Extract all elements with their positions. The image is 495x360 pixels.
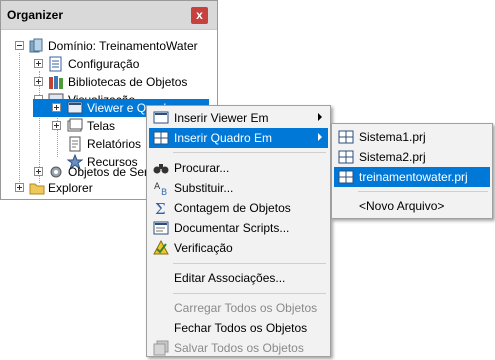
submenu-arrow-icon xyxy=(318,133,322,141)
menu-item-label: Editar Associações... xyxy=(174,271,286,285)
submenu-item-treinamentowater[interactable]: treinamentowater.prj xyxy=(334,167,490,187)
context-menu: Inserir Viewer Em Inserir Quadro Em Proc… xyxy=(146,105,331,357)
menu-separator xyxy=(173,263,326,264)
menu-separator xyxy=(173,152,326,153)
tree-item-label: Configuração xyxy=(68,57,140,71)
submenu-item-label: Sistema1.prj xyxy=(359,130,426,144)
menu-item-label: Fechar Todos os Objetos xyxy=(174,321,308,335)
reports-icon xyxy=(67,136,83,152)
document-scripts-icon xyxy=(153,220,169,236)
expand-toggle[interactable] xyxy=(34,59,43,68)
save-all-icon xyxy=(153,340,169,356)
menu-item-label: Documentar Scripts... xyxy=(174,221,290,235)
tree-item-label: Explorer xyxy=(48,181,93,195)
menu-item-label: Carregar Todos os Objetos xyxy=(174,301,318,315)
submenu-item-label: Sistema2.prj xyxy=(359,150,426,164)
tree-item-dominio[interactable]: Domínio: TreinamentoWater xyxy=(1,37,217,55)
tree-item-label: Domínio: TreinamentoWater xyxy=(48,39,198,53)
menu-item-label: Inserir Viewer Em xyxy=(174,111,269,125)
menu-item-carregar-todos: Carregar Todos os Objetos xyxy=(149,298,328,318)
menu-item-contagem-de-objetos[interactable]: Σ Contagem de Objetos xyxy=(149,198,328,218)
menu-item-label: Verificação xyxy=(174,241,233,255)
tree-item-label: Relatórios xyxy=(87,137,142,151)
submenu-item-label: treinamentowater.prj xyxy=(359,170,468,184)
collapse-toggle[interactable] xyxy=(15,41,24,50)
menu-separator xyxy=(358,191,488,192)
menu-item-label: Contagem de Objetos xyxy=(174,201,291,215)
expand-toggle[interactable] xyxy=(52,121,61,130)
menu-item-documentar-scripts[interactable]: Documentar Scripts... xyxy=(149,218,328,238)
submenu-inserir-quadro: Sistema1.prj Sistema2.prj treinamentowat… xyxy=(331,123,493,219)
expand-toggle[interactable] xyxy=(34,77,43,86)
menu-item-label: Salvar Todos os Objetos xyxy=(174,341,304,355)
organizer-title-bar: Organizer x xyxy=(1,1,217,30)
menu-separator xyxy=(173,293,326,294)
expand-toggle[interactable] xyxy=(34,167,43,176)
folder-icon xyxy=(29,180,45,196)
domain-icon xyxy=(28,38,44,54)
screens-icon xyxy=(67,118,83,134)
sigma-icon: Σ xyxy=(153,200,169,218)
organizer-title: Organizer xyxy=(7,8,64,22)
service-objects-icon xyxy=(48,164,64,180)
submenu-item-sistema1[interactable]: Sistema1.prj xyxy=(334,127,490,147)
submenu-item-label: <Novo Arquivo> xyxy=(359,199,445,213)
viewer-icon xyxy=(67,100,83,116)
frame-icon xyxy=(153,130,169,146)
menu-item-salvar-todos: Salvar Todos os Objetos xyxy=(149,338,328,358)
binoculars-icon xyxy=(153,160,169,176)
submenu-item-novo-arquivo[interactable]: <Novo Arquivo> xyxy=(334,196,490,216)
library-icon xyxy=(48,74,64,90)
tree-item-label: Telas xyxy=(87,119,116,133)
submenu-arrow-icon xyxy=(318,113,322,121)
menu-item-label: Procurar... xyxy=(174,161,230,175)
project-file-icon xyxy=(338,129,354,145)
menu-item-inserir-viewer-em[interactable]: Inserir Viewer Em xyxy=(149,108,328,128)
tree-item-configuracao[interactable]: Configuração xyxy=(1,55,217,73)
project-file-icon xyxy=(338,149,354,165)
menu-item-label: Substituir... xyxy=(174,181,234,195)
viewer-icon xyxy=(153,110,169,126)
project-file-icon xyxy=(338,169,354,185)
expand-toggle[interactable] xyxy=(52,103,61,112)
menu-item-substituir[interactable]: AB Substituir... xyxy=(149,178,328,198)
check-warning-icon xyxy=(153,239,169,256)
menu-item-editar-associacoes[interactable]: Editar Associações... xyxy=(149,268,328,288)
submenu-item-sistema2[interactable]: Sistema2.prj xyxy=(334,147,490,167)
menu-item-verificacao[interactable]: Verificação xyxy=(149,238,328,258)
menu-item-inserir-quadro-em[interactable]: Inserir Quadro Em xyxy=(149,128,328,148)
menu-item-procurar[interactable]: Procurar... xyxy=(149,158,328,178)
tree-item-bibliotecas[interactable]: Bibliotecas de Objetos xyxy=(1,73,217,91)
replace-icon: AB xyxy=(153,180,169,198)
close-button[interactable]: x xyxy=(191,7,208,24)
svg-text:B: B xyxy=(161,188,167,196)
menu-item-label: Inserir Quadro Em xyxy=(174,131,273,145)
menu-item-fechar-todos[interactable]: Fechar Todos os Objetos xyxy=(149,318,328,338)
configuration-icon xyxy=(48,56,64,72)
expand-toggle[interactable] xyxy=(15,183,24,192)
svg-text:Σ: Σ xyxy=(155,200,166,216)
svg-text:A: A xyxy=(154,182,161,192)
tree-item-label: Bibliotecas de Objetos xyxy=(68,75,188,89)
